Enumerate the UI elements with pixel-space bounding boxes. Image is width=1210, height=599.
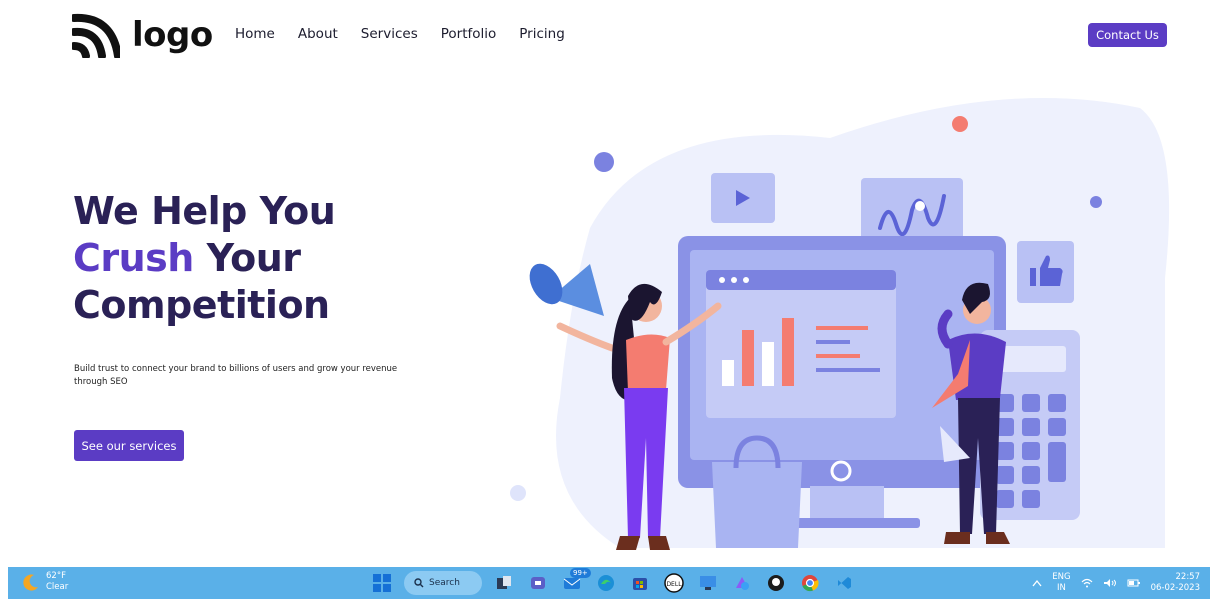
windows-start-icon[interactable] — [370, 571, 394, 595]
hero-illustration — [510, 98, 1170, 550]
nav-portfolio[interactable]: Portfolio — [441, 26, 497, 42]
contact-us-button[interactable]: Contact Us — [1088, 23, 1167, 47]
logo-mark-icon — [72, 13, 120, 58]
system-tray: ENG IN 22:57 06-02-2023 — [1032, 572, 1200, 594]
mail-badge: 99+ — [570, 568, 591, 578]
monitor-icon[interactable] — [696, 571, 720, 595]
svg-text:DELL: DELL — [666, 581, 682, 588]
hero-title-line2: Your — [193, 236, 301, 280]
clock[interactable]: 22:57 06-02-2023 — [1151, 572, 1200, 594]
nav-home[interactable]: Home — [235, 26, 275, 42]
chevron-up-icon[interactable] — [1032, 579, 1042, 587]
github-icon[interactable] — [764, 571, 788, 595]
dot-purple — [594, 152, 614, 172]
windows-taskbar: 62°F Clear Search 99+ DELL ENG IN 22:57 … — [8, 567, 1210, 599]
hero-title-line1: We Help You — [73, 189, 336, 233]
monitor-stand — [810, 486, 884, 522]
dot-coral — [952, 116, 968, 132]
chart-bar-4 — [782, 318, 794, 386]
chart-bar-1 — [722, 360, 734, 386]
see-services-button[interactable]: See our services — [74, 430, 184, 461]
main-nav: Home About Services Portfolio Pricing — [235, 26, 565, 42]
weather-temp: 62°F — [46, 571, 66, 581]
nav-about[interactable]: About — [298, 26, 338, 42]
lang-bottom: IN — [1056, 583, 1066, 593]
task-view-icon[interactable] — [492, 571, 516, 595]
teams-icon[interactable] — [526, 571, 550, 595]
hero-title: We Help You Crush Your Competition — [73, 188, 336, 329]
wifi-icon[interactable] — [1081, 578, 1093, 588]
weather-widget[interactable]: 62°F Clear — [22, 571, 68, 593]
chrome-icon[interactable] — [798, 571, 822, 595]
search-icon — [414, 578, 424, 588]
nav-services[interactable]: Services — [361, 26, 418, 42]
store-icon[interactable] — [628, 571, 652, 595]
lang-top: ENG — [1052, 572, 1071, 582]
nav-pricing[interactable]: Pricing — [519, 26, 565, 42]
logo-text: logo — [132, 15, 213, 55]
hero-subtitle: Build trust to connect your brand to bil… — [74, 364, 398, 387]
chart-bar-3 — [762, 342, 774, 386]
taskbar-apps: Search 99+ DELL — [370, 568, 856, 595]
mail-icon[interactable]: 99+ — [560, 568, 591, 595]
hero-title-line3: Competition — [73, 283, 330, 327]
edge-icon[interactable] — [594, 571, 618, 595]
taskbar-search[interactable]: Search — [404, 571, 482, 595]
dot-light — [510, 485, 526, 501]
vscode-icon[interactable] — [832, 571, 856, 595]
clock-time: 22:57 — [1175, 572, 1201, 582]
language-indicator[interactable]: ENG IN — [1052, 572, 1070, 594]
clock-date: 06-02-2023 — [1150, 583, 1200, 593]
hero-title-accent: Crush — [73, 236, 194, 280]
logo[interactable]: logo — [72, 12, 213, 58]
shopping-bag — [712, 462, 802, 548]
battery-icon[interactable] — [1127, 578, 1141, 588]
dot-small — [1090, 196, 1102, 208]
weather-desc: Clear — [46, 582, 69, 592]
moon-icon — [23, 574, 38, 591]
browser-window — [706, 270, 896, 418]
volume-icon[interactable] — [1103, 578, 1117, 588]
search-label: Search — [429, 578, 460, 588]
dell-icon[interactable]: DELL — [662, 571, 686, 595]
landing-page: logo Home About Services Portfolio Prici… — [0, 0, 1210, 599]
photos-icon[interactable] — [730, 571, 754, 595]
chart-bar-2 — [742, 330, 754, 386]
